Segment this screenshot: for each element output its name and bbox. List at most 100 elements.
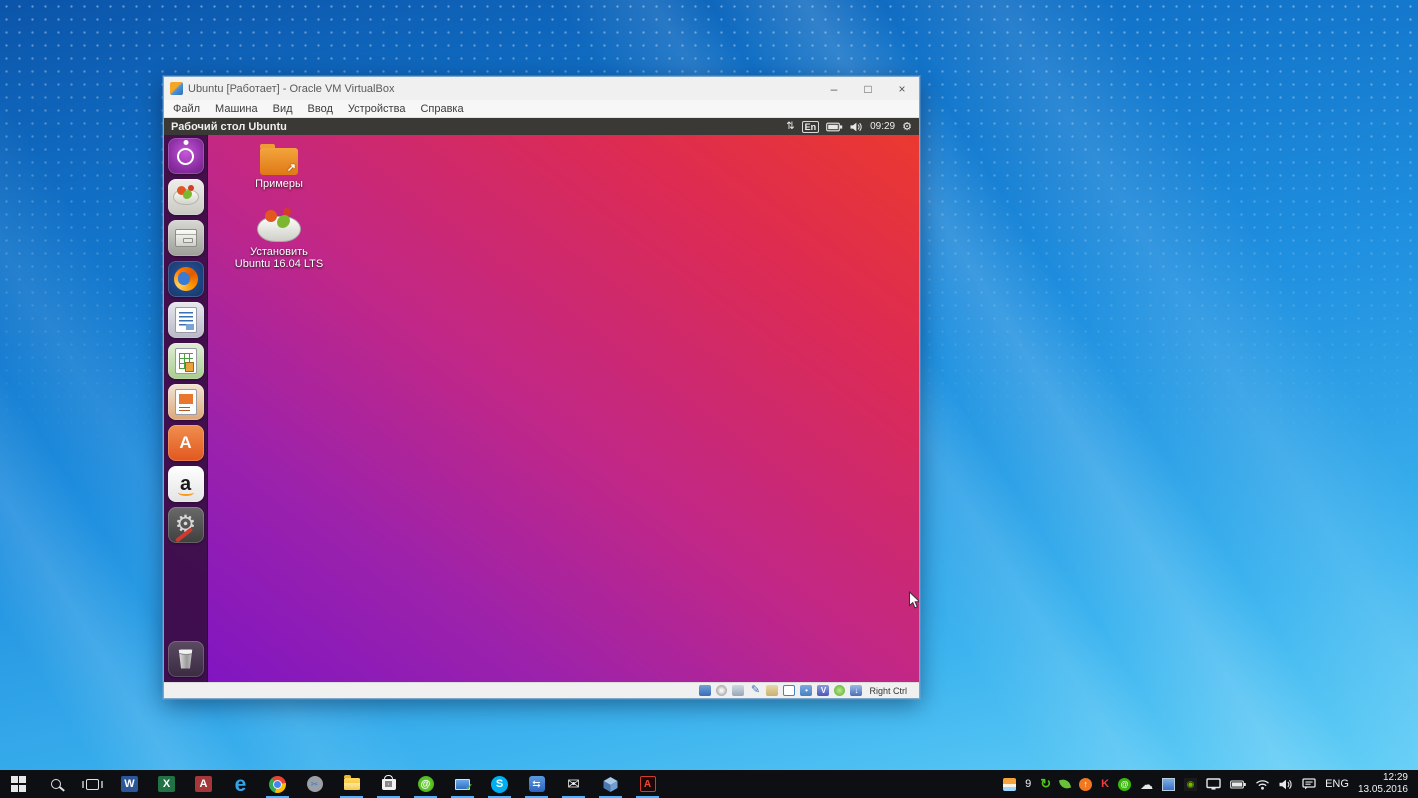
virtualbox-statusbar: ✎ • V ↓ Right Ctrl bbox=[164, 682, 919, 698]
taskbar-item-acrobat[interactable]: A bbox=[629, 770, 666, 798]
keyboard-layout-indicator[interactable]: En bbox=[802, 121, 820, 133]
taskbar-item-chrome[interactable] bbox=[259, 770, 296, 798]
access-icon: A bbox=[195, 776, 212, 792]
kaspersky-tray-icon[interactable]: K bbox=[1101, 778, 1109, 790]
taskbar-clock[interactable]: 12:29 13.05.2016 bbox=[1358, 772, 1408, 797]
virtualbox-menubar: Файл Машина Вид Ввод Устройства Справка bbox=[164, 100, 919, 118]
taskbar-item-word[interactable]: W bbox=[111, 770, 148, 798]
virtualbox-app-icon bbox=[170, 82, 183, 95]
optical-drives-icon[interactable] bbox=[716, 685, 727, 696]
shared-folders-icon[interactable] bbox=[766, 685, 778, 696]
usb-icon[interactable]: V bbox=[817, 685, 829, 696]
maximize-button[interactable]: □ bbox=[851, 77, 885, 100]
taskbar-item-skype[interactable]: S bbox=[481, 770, 518, 798]
tray-time: 12:29 bbox=[1358, 772, 1408, 785]
menu-machine[interactable]: Машина bbox=[215, 103, 258, 115]
clock[interactable]: 09:29 bbox=[870, 121, 895, 132]
nvidia-tray-icon[interactable]: ◉ bbox=[1184, 778, 1197, 791]
desktop-icon-install-ubuntu[interactable]: Установить Ubuntu 16.04 LTS bbox=[224, 210, 334, 270]
qip-tray-icon[interactable]: @ bbox=[1118, 778, 1131, 791]
mouse-cursor bbox=[908, 591, 919, 610]
launcher-item-libreoffice-impress[interactable] bbox=[168, 384, 204, 420]
host-key-label: Right Ctrl bbox=[869, 686, 907, 696]
virtualbox-cube-icon bbox=[602, 776, 619, 793]
launcher-item-system-settings[interactable]: ⚙ bbox=[168, 507, 204, 543]
windows-desktop[interactable]: Ubuntu [Работает] - Oracle VM VirtualBox… bbox=[0, 0, 1418, 798]
upload-tray-icon[interactable]: ↑ bbox=[1079, 778, 1092, 791]
taskbar-item-edge[interactable]: e bbox=[222, 770, 259, 798]
hidden-icons-count[interactable]: 9 bbox=[1025, 778, 1031, 790]
search-icon bbox=[51, 779, 61, 789]
wifi-tray-icon[interactable] bbox=[1255, 779, 1270, 790]
launcher-item-dash[interactable] bbox=[168, 138, 204, 174]
task-view-button[interactable] bbox=[74, 770, 111, 798]
mouse-integration-icon[interactable] bbox=[834, 685, 845, 696]
close-button[interactable]: × bbox=[885, 77, 919, 100]
photos-tray-icon[interactable] bbox=[1003, 778, 1016, 791]
launcher-item-libreoffice-calc[interactable] bbox=[168, 343, 204, 379]
desktop-icon-examples[interactable]: ↗ Примеры bbox=[224, 148, 334, 190]
install-label-line2: Ubuntu 16.04 LTS bbox=[235, 258, 323, 270]
taskbar-item-my-computer[interactable] bbox=[444, 770, 481, 798]
launcher-item-files[interactable] bbox=[168, 220, 204, 256]
word-icon: W bbox=[121, 776, 138, 792]
taskbar-item-virtualbox[interactable] bbox=[592, 770, 629, 798]
menu-help[interactable]: Справка bbox=[420, 103, 463, 115]
taskbar-item-qip[interactable]: @ bbox=[407, 770, 444, 798]
menu-input[interactable]: Ввод bbox=[308, 103, 333, 115]
session-gear-icon[interactable]: ⚙ bbox=[902, 120, 912, 133]
examples-label: Примеры bbox=[255, 178, 303, 190]
battery-icon[interactable] bbox=[826, 122, 843, 132]
recycle-tray-icon[interactable]: ↻ bbox=[1040, 776, 1051, 792]
video-app-tray-icon[interactable] bbox=[1162, 778, 1175, 791]
sync-arrows-icon: ⇆ bbox=[529, 776, 545, 792]
display-tray-icon[interactable] bbox=[1206, 778, 1221, 790]
virtualbox-window[interactable]: Ubuntu [Работает] - Oracle VM VirtualBox… bbox=[163, 76, 920, 699]
launcher-item-trash[interactable] bbox=[168, 641, 204, 677]
task-view-icon bbox=[86, 779, 99, 790]
windows-logo-icon bbox=[11, 776, 27, 792]
launcher-item-install-ubuntu[interactable] bbox=[168, 179, 204, 215]
scissors-icon: ✂ bbox=[307, 776, 323, 792]
store-bag-icon bbox=[382, 779, 396, 790]
launcher-item-ubuntu-software[interactable]: A bbox=[168, 425, 204, 461]
battery-tray-icon[interactable] bbox=[1230, 780, 1246, 789]
volume-icon[interactable] bbox=[850, 122, 863, 132]
examples-folder-icon: ↗ bbox=[260, 148, 298, 175]
virtualbox-titlebar[interactable]: Ubuntu [Работает] - Oracle VM VirtualBox… bbox=[164, 77, 919, 100]
qip-icon: @ bbox=[418, 776, 434, 792]
system-tray: 9 ↻ ↑ K @ ☁ ◉ ENG 12:29 13.05.2016 bbox=[1003, 770, 1418, 798]
start-button[interactable] bbox=[0, 770, 37, 798]
keyboard-capture-icon[interactable]: ↓ bbox=[850, 685, 862, 696]
mail-envelope-icon: ✉ bbox=[567, 777, 580, 792]
hard-disks-icon[interactable] bbox=[699, 685, 711, 696]
launcher-item-firefox[interactable] bbox=[168, 261, 204, 297]
network-arrows-icon[interactable]: ⇅ bbox=[786, 121, 794, 132]
language-indicator[interactable]: ENG bbox=[1325, 778, 1349, 790]
taskbar-item-mail[interactable]: ✉ bbox=[555, 770, 592, 798]
launcher-item-libreoffice-writer[interactable] bbox=[168, 302, 204, 338]
video-capture-icon[interactable]: • bbox=[800, 685, 812, 696]
taskbar-item-sync-app[interactable]: ⇆ bbox=[518, 770, 555, 798]
install-disk-icon bbox=[257, 216, 301, 242]
network-icon[interactable] bbox=[732, 685, 744, 696]
cloud-tray-icon[interactable]: ☁ bbox=[1140, 778, 1153, 791]
menu-view[interactable]: Вид bbox=[273, 103, 293, 115]
taskbar-item-access[interactable]: A bbox=[185, 770, 222, 798]
taskbar-item-file-explorer[interactable] bbox=[333, 770, 370, 798]
menu-devices[interactable]: Устройства bbox=[348, 103, 406, 115]
taskbar-item-screen-sketch[interactable]: ✂ bbox=[296, 770, 333, 798]
edge-icon: e bbox=[235, 774, 247, 795]
minimize-button[interactable]: – bbox=[817, 77, 851, 100]
launcher-item-amazon[interactable]: a bbox=[168, 466, 204, 502]
shared-clipboard-icon[interactable]: ✎ bbox=[749, 685, 761, 696]
menu-file[interactable]: Файл bbox=[173, 103, 200, 115]
volume-tray-icon[interactable] bbox=[1279, 779, 1293, 790]
taskbar-item-store[interactable] bbox=[370, 770, 407, 798]
ubuntu-desktop[interactable]: Рабочий стол Ubuntu ⇅ En 09:29 ⚙ A bbox=[164, 118, 919, 682]
taskbar-item-excel[interactable]: X bbox=[148, 770, 185, 798]
action-center-icon[interactable] bbox=[1302, 778, 1316, 790]
search-button[interactable] bbox=[37, 770, 74, 798]
leaf-tray-icon[interactable] bbox=[1059, 778, 1071, 790]
display-icon[interactable] bbox=[783, 685, 795, 696]
